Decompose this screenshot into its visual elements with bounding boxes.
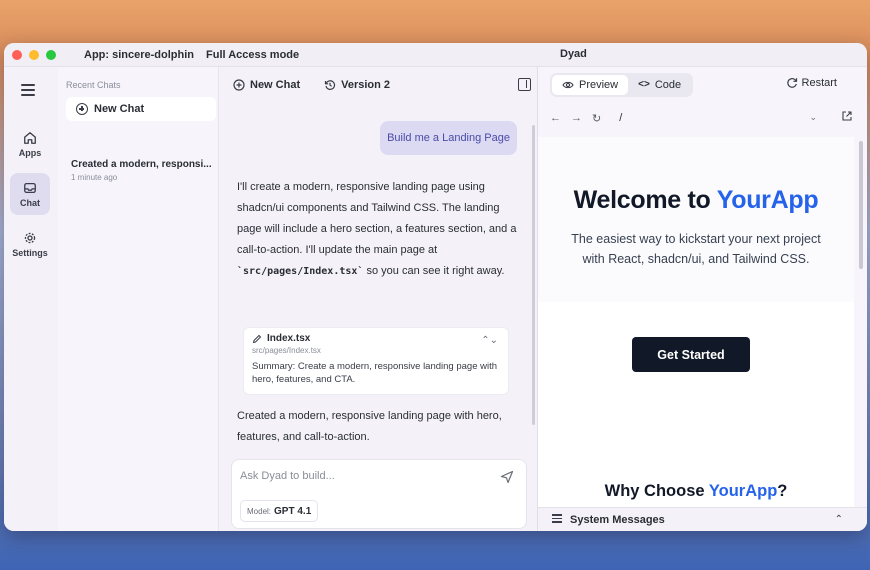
model-value: GPT 4.1 bbox=[274, 505, 312, 517]
hero-subtitle-line: The easiest way to kickstart your next p… bbox=[571, 232, 821, 246]
file-card-summary: Summary: Create a modern, responsive lan… bbox=[252, 361, 498, 385]
zoom-window-button[interactable] bbox=[46, 49, 56, 60]
why-accent: YourApp bbox=[708, 482, 778, 500]
rail-label-settings: Settings bbox=[12, 247, 48, 258]
sidebar-new-chat-label: New Chat bbox=[94, 103, 145, 115]
list-icon bbox=[552, 514, 562, 525]
hero-title: Welcome to YourApp bbox=[538, 186, 854, 215]
hero-subtitle-line: with React, shadcn/ui, and Tailwind CSS. bbox=[582, 252, 810, 266]
app-name-label: App: sincere-dolphin bbox=[84, 48, 194, 61]
rail-item-settings[interactable]: Settings bbox=[10, 223, 50, 265]
assistant-text-part: I'll create a modern, responsive landing… bbox=[237, 181, 517, 256]
version-button[interactable]: Version 2 bbox=[324, 79, 390, 91]
preview-panel: Preview <> Code Restart ← → ↻ / ⌄ Welcom… bbox=[538, 67, 867, 531]
send-icon[interactable] bbox=[500, 470, 514, 484]
forward-arrow-icon[interactable]: → bbox=[571, 112, 582, 125]
rail-item-chat[interactable]: Chat bbox=[10, 173, 50, 215]
refresh-icon bbox=[786, 78, 797, 88]
recent-chats-heading: Recent Chats bbox=[66, 80, 121, 90]
preview-toolbar: Preview <> Code Restart bbox=[538, 67, 867, 102]
chat-list-item-time: 1 minute ago bbox=[71, 173, 118, 182]
tab-preview[interactable]: Preview bbox=[552, 74, 629, 95]
hero-section: Welcome to YourApp The easiest way to ki… bbox=[538, 137, 854, 302]
why-plain: Why Choose bbox=[604, 482, 709, 500]
chat-scrollbar[interactable] bbox=[532, 125, 535, 425]
system-messages-bar[interactable]: System Messages ⌃ bbox=[538, 507, 867, 531]
file-change-card[interactable]: Index.tsx src/pages/Index.tsx Summary: C… bbox=[243, 327, 509, 395]
tab-code-label: Code bbox=[654, 78, 682, 91]
external-link-icon[interactable] bbox=[841, 110, 853, 122]
get-started-button[interactable]: Get Started bbox=[632, 337, 750, 372]
window-controls bbox=[12, 49, 56, 60]
new-chat-button[interactable]: New Chat bbox=[233, 79, 300, 91]
chevron-up-icon[interactable]: ⌃ bbox=[835, 514, 843, 525]
tab-preview-label: Preview bbox=[579, 78, 619, 91]
home-icon bbox=[24, 131, 36, 144]
tab-code[interactable]: <> Code bbox=[628, 75, 691, 95]
app-window: App: sincere-dolphin Full Access mode Dy… bbox=[4, 43, 867, 531]
chat-list-item-title: Created a modern, responsi... bbox=[71, 159, 212, 170]
sidebar-new-chat-button[interactable]: New Chat bbox=[66, 97, 216, 121]
file-card-name: Index.tsx bbox=[267, 333, 311, 344]
file-path-code: `src/pages/Index.tsx` bbox=[237, 266, 364, 277]
chat-list-item[interactable]: Created a modern, responsi... 1 minute a… bbox=[71, 159, 216, 182]
expand-chevron-icon[interactable]: ⌃⌄ bbox=[481, 335, 498, 346]
address-bar: ← → ↻ / ⌄ bbox=[538, 102, 867, 134]
model-label: Model: bbox=[247, 506, 272, 516]
toggle-panel-icon[interactable] bbox=[518, 78, 531, 91]
gear-icon bbox=[24, 232, 36, 243]
inbox-icon bbox=[24, 182, 36, 193]
restart-label: Restart bbox=[801, 77, 837, 89]
why-end: ? bbox=[777, 482, 788, 500]
rail-item-apps[interactable]: Apps bbox=[10, 123, 50, 165]
assistant-message: I'll create a modern, responsive landing… bbox=[237, 177, 527, 282]
access-mode-label[interactable]: Full Access mode bbox=[206, 49, 299, 61]
menu-icon[interactable] bbox=[21, 84, 35, 99]
chat-panel: New Chat Version 2 Build me a Landing Pa… bbox=[218, 67, 538, 531]
preview-frame: Welcome to YourApp The easiest way to ki… bbox=[538, 137, 854, 531]
chat-composer: Model: GPT 4.1 bbox=[231, 459, 527, 529]
new-chat-label: New Chat bbox=[250, 79, 301, 91]
restart-button[interactable]: Restart bbox=[786, 77, 837, 89]
window-title: Dyad bbox=[560, 48, 587, 60]
hero-title-accent: YourApp bbox=[716, 186, 819, 214]
model-selector[interactable]: Model: GPT 4.1 bbox=[240, 500, 319, 522]
version-label: Version 2 bbox=[341, 79, 391, 91]
file-card-path: src/pages/Index.tsx bbox=[252, 346, 321, 355]
preview-tabs: Preview <> Code bbox=[550, 72, 694, 97]
reload-icon[interactable]: ↻ bbox=[592, 112, 601, 125]
preview-scrollbar[interactable] bbox=[859, 141, 863, 269]
browser-nav: ← → ↻ bbox=[550, 112, 601, 125]
url-field[interactable]: / bbox=[613, 107, 823, 129]
nav-rail: Apps Chat Settings bbox=[4, 67, 58, 531]
chat-input[interactable] bbox=[240, 470, 480, 482]
code-icon: <> bbox=[638, 79, 650, 90]
chat-toolbar: New Chat Version 2 bbox=[219, 67, 537, 103]
recent-chats-panel: Recent Chats New Chat Created a modern, … bbox=[58, 67, 218, 531]
minimize-window-button[interactable] bbox=[29, 49, 39, 60]
back-arrow-icon[interactable]: ← bbox=[550, 112, 561, 125]
hero-title-plain: Welcome to bbox=[573, 186, 717, 214]
plus-circle-icon bbox=[76, 103, 88, 115]
close-window-button[interactable] bbox=[12, 49, 22, 60]
plus-circle-icon bbox=[233, 79, 245, 91]
hero-subtitle: The easiest way to kickstart your next p… bbox=[538, 229, 854, 269]
rail-label-chat: Chat bbox=[20, 197, 40, 208]
assistant-text-part: so you can see it right away. bbox=[363, 265, 505, 277]
assistant-message-2: Created a modern, responsive landing pag… bbox=[237, 410, 502, 443]
chevron-down-icon[interactable]: ⌄ bbox=[809, 112, 817, 123]
file-card-header: Index.tsx bbox=[252, 333, 500, 344]
user-message: Build me a Landing Page bbox=[380, 121, 517, 155]
why-heading: Why Choose YourApp? bbox=[538, 482, 854, 501]
history-icon bbox=[325, 80, 336, 90]
title-bar: App: sincere-dolphin Full Access mode Dy… bbox=[4, 43, 867, 67]
rail-label-apps: Apps bbox=[18, 147, 42, 158]
pencil-icon bbox=[252, 334, 262, 343]
eye-icon bbox=[562, 81, 574, 88]
system-messages-label: System Messages bbox=[570, 513, 665, 526]
